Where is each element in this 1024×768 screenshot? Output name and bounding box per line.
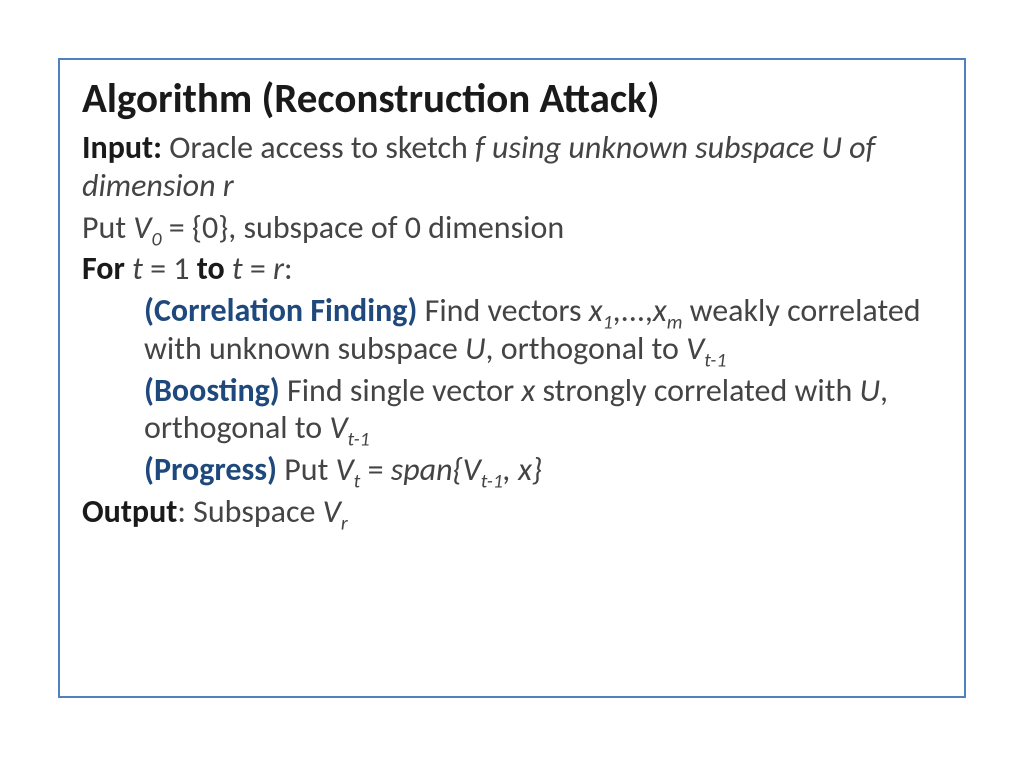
progress-label: (Progress) [144, 450, 277, 489]
init-rest: = {0}, subspace of 0 dimension [162, 208, 565, 247]
algorithm-box: Algorithm (Reconstruction Attack) Input:… [58, 58, 966, 698]
prog-eq: = [360, 450, 390, 489]
output-Vs: r [341, 511, 348, 535]
input-text: Oracle access to sketch [162, 128, 475, 167]
boost-Vs: t-1 [348, 428, 370, 452]
correlation-label: (Correlation Finding) [144, 291, 417, 330]
input-label: Input: [82, 128, 162, 167]
prog-Vt: V [336, 450, 354, 489]
prog-text1: Put [277, 450, 336, 489]
boost-x: x [521, 371, 535, 410]
corr-U: U [465, 329, 486, 368]
prog-span1: span{V [391, 450, 481, 489]
boost-V: V [329, 408, 347, 447]
init-line: Put V0 = {0}, subspace of 0 dimension [82, 209, 942, 247]
output-label: Output [82, 492, 177, 531]
algorithm-title: Algorithm (Reconstruction Attack) [82, 76, 942, 123]
input-line: Input: Oracle access to sketch f using u… [82, 129, 942, 205]
corr-text3: , orthogonal to [486, 329, 687, 368]
init-var: V [133, 208, 151, 247]
for-label: For [82, 249, 125, 288]
boosting-label: (Boosting) [144, 371, 280, 410]
init-prefix: Put [82, 208, 133, 247]
for-t2: t [225, 249, 243, 288]
corr-V: V [686, 329, 704, 368]
corr-xm: x [653, 291, 667, 330]
output-line: Output: Subspace Vr [82, 493, 942, 531]
correlation-step: (Correlation Finding) Find vectors x1,..… [82, 292, 942, 368]
for-line: For t = 1 to t = r: [82, 250, 942, 288]
for-t1: t [125, 249, 143, 288]
for-colon: : [284, 249, 293, 288]
progress-step: (Progress) Put Vt = span{Vt-1, x} [82, 451, 942, 489]
boost-text2: strongly correlated with [535, 371, 859, 410]
init-sub: 0 [151, 227, 161, 251]
corr-dots: ,..., [613, 291, 653, 330]
prog-spans: t-1 [481, 470, 503, 494]
for-eq1: = 1 [143, 249, 197, 288]
corr-Vs: t-1 [704, 348, 726, 372]
boost-U: U [859, 371, 880, 410]
corr-x1: x [589, 291, 603, 330]
corr-text1: Find vectors [417, 291, 588, 330]
boosting-step: (Boosting) Find single vector x strongly… [82, 372, 942, 448]
to-label: to [197, 249, 225, 288]
slide: Algorithm (Reconstruction Attack) Input:… [0, 0, 1024, 768]
output-V: V [323, 492, 341, 531]
output-colon: : Subspace [177, 492, 322, 531]
boost-text1: Find single vector [280, 371, 522, 410]
for-r: r [273, 249, 284, 288]
prog-span2: , x} [503, 450, 542, 489]
for-eq2: = [243, 249, 273, 288]
